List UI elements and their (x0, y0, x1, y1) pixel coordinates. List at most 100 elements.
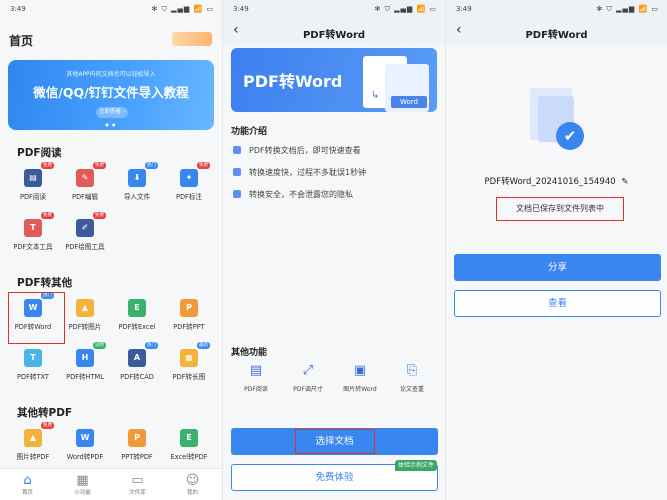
status-icons: ✻ ⛉ ▂▄▆ 📶 ▭ (374, 5, 437, 13)
function-icon: ⎘ (406, 363, 418, 378)
word-badge: Word (391, 96, 427, 108)
tool-glyph-icon: H (81, 353, 89, 362)
status-bar: 3:49 ✻ ⛉ ▂▄▆ 📶 ▭ (0, 0, 222, 18)
tool-item[interactable]: T 免费 PDF文本工具 (7, 212, 59, 251)
bottom-nav: ⌂ 首页 ▦ 小功能 ▭ 文件库 ☺ 我的 (0, 468, 222, 500)
brand-logo: · (172, 32, 212, 46)
tool-item[interactable]: P PPT转PDF (111, 429, 163, 461)
convert-arrow-icon: ↳ (371, 90, 380, 101)
tool-label: PDF转TXT (17, 373, 49, 381)
other-function-item[interactable]: ▣ 图片转Word (335, 362, 385, 393)
section-title: 其他转PDF (17, 407, 73, 419)
function-label: PDF阅读 (244, 386, 268, 393)
tool-label: PDF转Excel (118, 323, 156, 331)
free-trial-label: 免费体验 (315, 472, 354, 483)
tool-item[interactable]: E PDF转Excel (111, 299, 163, 331)
tool-label: PDF转图片 (68, 323, 102, 331)
tool-glyph-icon: ✦ (185, 173, 193, 182)
tool-label: PDF转长图 (172, 373, 206, 381)
tool-badge: 免费 (41, 422, 54, 429)
tool-item[interactable]: ✐ 免费 PDF绘图工具 (59, 212, 111, 251)
share-button[interactable]: 分享 (454, 254, 661, 281)
tool-badge: 免费 (93, 212, 106, 219)
function-icon: ▣ (353, 363, 367, 378)
tool-label: Excel转PDF (170, 453, 208, 461)
status-bar: 3:49 ✻ ⛉ ▂▄▆ 📶 ▭ (446, 0, 667, 18)
tool-item[interactable]: H 试用 PDF转HTML (59, 342, 111, 381)
tool-icon: ✐ 免费 (76, 212, 106, 237)
status-time: 3:49 (233, 5, 249, 13)
hero-title: PDF转Word (243, 72, 343, 91)
banner-subtitle: 其他APP内的文档也可以轻松导入 (66, 71, 156, 78)
nav-item[interactable]: ⌂ 首页 (0, 473, 55, 496)
tool-item[interactable]: ▲ 免费 图片转PDF (7, 422, 59, 461)
tool-label: PDF文本工具 (13, 243, 53, 251)
edit-icon[interactable]: ✎ (621, 177, 628, 187)
tool-badge: 热门 (145, 162, 158, 169)
tool-glyph-icon: ▦ (185, 353, 193, 362)
tool-glyph-icon: ▲ (29, 433, 37, 442)
page-title: PDF转Word (302, 30, 366, 41)
section-title: PDF转其他 (17, 277, 73, 289)
output-filename-text: PDF转Word_20241016_154940 (484, 177, 616, 187)
nav-icon: ▦ (76, 473, 89, 488)
other-function-item[interactable]: ▤ PDF阅读 (231, 362, 281, 393)
tool-icon: ✦ 免费 (180, 162, 210, 187)
tool-item[interactable]: P PDF转PPT (163, 299, 215, 331)
tool-badge: 免费 (41, 212, 54, 219)
tool-icon: ✎ 免费 (76, 162, 106, 187)
tool-icon: ⬇ 热门 (128, 162, 158, 187)
tool-badge: 热门 (145, 342, 158, 349)
tool-item[interactable]: W Word转PDF (59, 429, 111, 461)
view-button[interactable]: 查看 (454, 290, 661, 317)
banner-title: 微信/QQ/钉钉文件导入教程 (33, 85, 189, 100)
sample-file-tag: 体验示例文件 (394, 460, 437, 471)
tool-glyph-icon: E (186, 433, 192, 442)
share-label: 分享 (547, 262, 567, 273)
function-icon: ▤ (249, 363, 263, 378)
function-label: 图片转Word (343, 386, 377, 393)
import-tutorial-banner[interactable]: 其他APP内的文档也可以轻松导入 微信/QQ/钉钉文件导入教程 立即查看 › ●… (8, 60, 214, 130)
tool-label: PDF转CAD (120, 373, 154, 381)
status-time: 3:49 (456, 5, 472, 13)
tool-icon: P (128, 429, 146, 447)
feature-bullet-icon (233, 190, 241, 198)
tool-icon: W (76, 429, 94, 447)
pdf-to-word-screen: 3:49 ✻ ⛉ ▂▄▆ 📶 ▭ ‹ PDF转Word PDF转Word ↳ W… (222, 0, 445, 500)
tool-label: PDF标注 (175, 193, 203, 201)
tool-badge: 免费 (41, 162, 54, 169)
tool-item[interactable]: ▤ 免费 PDF阅读 (7, 162, 59, 201)
nav-item[interactable]: ☺ 我的 (165, 473, 220, 496)
nav-label: 首页 (21, 490, 33, 496)
tool-badge: 免费 (93, 162, 106, 169)
tool-item[interactable]: ▲ PDF转图片 (59, 299, 111, 331)
nav-icon: ⌂ (23, 473, 32, 488)
nav-label: 我的 (186, 490, 198, 496)
tool-item[interactable]: ✦ 免费 PDF标注 (163, 162, 215, 201)
tool-glyph-icon: ✎ (81, 173, 89, 182)
tool-badge: 免费 (197, 162, 210, 169)
tool-glyph-icon: A (133, 353, 141, 362)
tool-icon: E (128, 299, 146, 317)
nav-icon: ▭ (131, 473, 144, 488)
tool-item[interactable]: ⬇ 热门导入文件 (111, 162, 163, 201)
nav-item[interactable]: ▭ 文件库 (110, 473, 165, 496)
tool-item[interactable]: ✎ 免费 PDF编辑 (59, 162, 111, 201)
tool-icon: P (180, 299, 198, 317)
tool-icon: H 试用 (76, 342, 106, 367)
tool-icon: T 免费 (24, 212, 54, 237)
other-function-item[interactable]: ⤢ PDF调尺寸 (283, 362, 333, 393)
banner-view-button[interactable]: 立即查看 › (96, 107, 128, 118)
other-function-item[interactable]: ⎘ 论文查重 (387, 362, 437, 393)
tool-item[interactable]: ▦ 最新 PDF转长图 (163, 342, 215, 381)
tool-label: 导入文件 (123, 193, 151, 201)
tool-glyph-icon: T (30, 353, 36, 362)
nav-item[interactable]: ▦ 小功能 (55, 473, 110, 496)
free-trial-button[interactable]: 免费体验 体验示例文件 (231, 460, 438, 491)
tool-item[interactable]: A 热门 PDF转CAD (111, 342, 163, 381)
tool-item[interactable]: T PDF转TXT (7, 349, 59, 381)
nav-label: 文件库 (129, 490, 146, 496)
tool-label: PDF编辑 (71, 193, 99, 201)
tool-label: PDF阅读 (19, 193, 47, 201)
tool-item[interactable]: E Excel转PDF (163, 429, 215, 461)
